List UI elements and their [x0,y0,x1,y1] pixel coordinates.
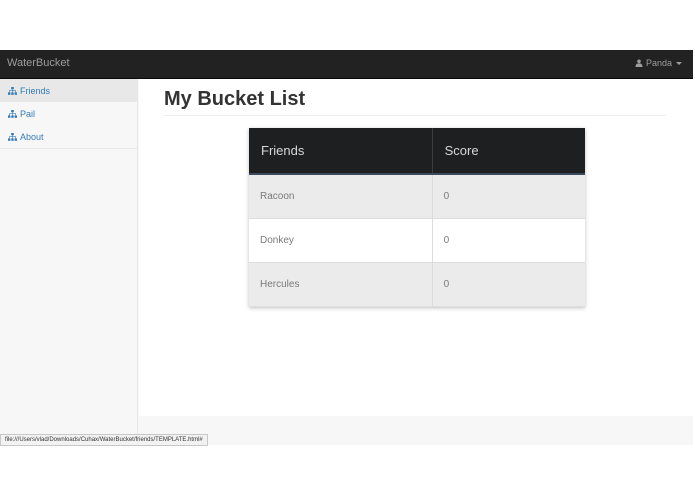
friend-name-cell: Donkey [260,234,294,246]
friend-score-cell: 0 [431,174,585,218]
sidebar-item-label: About [20,131,44,142]
sidebar-nav: Friends Pail About [0,79,137,149]
page-title: My Bucket List [164,88,306,110]
sidebar-item-about[interactable]: About [0,125,137,148]
status-bar-url: file:///Users/vlad/Downloads/Cuhax/Water… [0,434,208,446]
top-navbar: WaterBucket Panda [0,50,693,79]
brand-link[interactable]: WaterBucket [7,57,70,69]
caret-down-icon [676,61,682,65]
column-header-score: Score [431,128,585,174]
sidebar-item-label: Friends [20,85,51,96]
sidebar-item-pail[interactable]: Pail [0,102,137,125]
table-row: Hercules 0 [249,262,585,306]
friends-table: Friends Score Racoon 0 Donkey 0 Hercules [249,128,585,307]
table-row: Donkey 0 [249,218,585,262]
app-window: WaterBucket Panda Friends Pail About My … [0,50,693,445]
friend-score-cell: 0 [431,262,585,306]
table-row: Racoon 0 [249,174,585,218]
sidebar-item-friends[interactable]: Friends [0,79,137,102]
friend-score-cell: 0 [431,218,585,262]
title-divider [164,115,666,116]
sitemap-icon [8,132,17,141]
sitemap-icon [8,109,17,118]
sitemap-icon [8,86,17,95]
sidebar-item-label: Pail [20,108,36,119]
column-header-friends: Friends [261,143,305,158]
sidebar: Friends Pail About [0,79,138,445]
user-menu-dropdown[interactable]: Panda [635,58,682,68]
friends-table-card: Friends Score Racoon 0 Donkey 0 Hercules [249,128,585,307]
user-icon [635,59,643,67]
friend-name-cell: Racoon [260,190,295,202]
table-header-row: Friends Score [249,128,585,174]
main-content: My Bucket List Friends Score Racoon 0 Do [139,79,693,416]
friend-name-cell: Hercules [260,278,300,290]
user-name: Panda [645,58,672,68]
